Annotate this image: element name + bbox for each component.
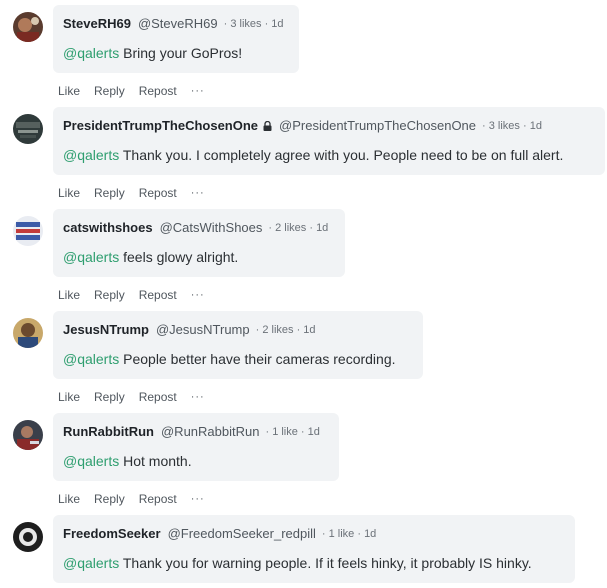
- avatar[interactable]: [13, 114, 43, 144]
- comment-text: Thank you for warning people. If it feel…: [119, 555, 532, 571]
- author-name[interactable]: SteveRH69: [63, 14, 131, 34]
- comment-actions: Like Reply Repost ···: [58, 287, 219, 303]
- more-options-icon[interactable]: ···: [191, 85, 205, 97]
- repost-button[interactable]: Repost: [139, 84, 177, 98]
- reply-button[interactable]: Reply: [94, 84, 125, 98]
- author-handle[interactable]: @CatsWithShoes: [160, 218, 263, 238]
- repost-button[interactable]: Repost: [139, 390, 177, 404]
- repost-button[interactable]: Repost: [139, 288, 177, 302]
- comment-body: @qalerts Thank you. I completely agree w…: [63, 146, 595, 164]
- comment-stats: · 2 likes · 1d: [255, 324, 316, 336]
- more-options-icon[interactable]: ···: [191, 187, 205, 199]
- comment-actions: Like Reply Repost ···: [58, 185, 219, 201]
- author-name[interactable]: FreedomSeeker: [63, 524, 161, 544]
- comment-text: People better have their cameras recordi…: [119, 351, 396, 367]
- more-options-icon[interactable]: ···: [191, 391, 205, 403]
- mention-link[interactable]: @qalerts: [63, 147, 119, 163]
- author-name[interactable]: JesusNTrump: [63, 320, 149, 340]
- author-handle[interactable]: @RunRabbitRun: [161, 422, 259, 442]
- comment-actions: Like Reply Repost ···: [58, 389, 219, 405]
- reply-button[interactable]: Reply: [94, 492, 125, 506]
- avatar[interactable]: [13, 522, 43, 552]
- repost-button[interactable]: Repost: [139, 186, 177, 200]
- author-handle[interactable]: @JesusNTrump: [156, 320, 250, 340]
- reply-button[interactable]: Reply: [94, 390, 125, 404]
- comment-bubble: SteveRH69 @SteveRH69 · 3 likes · 1d @qal…: [53, 5, 299, 73]
- reply-button[interactable]: Reply: [94, 186, 125, 200]
- mention-link[interactable]: @qalerts: [63, 45, 119, 61]
- like-button[interactable]: Like: [58, 390, 80, 404]
- mention-link[interactable]: @qalerts: [63, 249, 119, 265]
- mention-link[interactable]: @qalerts: [63, 555, 119, 571]
- like-button[interactable]: Like: [58, 84, 80, 98]
- like-button[interactable]: Like: [58, 288, 80, 302]
- comment-bubble: RunRabbitRun @RunRabbitRun · 1 like · 1d…: [53, 413, 339, 481]
- avatar[interactable]: [13, 420, 43, 450]
- lock-icon: [263, 121, 272, 131]
- mention-link[interactable]: @qalerts: [63, 351, 119, 367]
- author-handle[interactable]: @FreedomSeeker_redpill: [168, 524, 316, 544]
- repost-button[interactable]: Repost: [139, 492, 177, 506]
- comment-thread: SteveRH69 @SteveRH69 · 3 likes · 1d @qal…: [0, 0, 607, 588]
- comment-actions: Like Reply Repost ···: [58, 491, 219, 507]
- comment-body: @qalerts feels glowy alright.: [63, 248, 335, 266]
- comment-text: feels glowy alright.: [119, 249, 239, 265]
- author-name[interactable]: catswithshoes: [63, 218, 153, 238]
- comment-bubble: JesusNTrump @JesusNTrump · 2 likes · 1d …: [53, 311, 423, 379]
- comment-stats: · 2 likes · 1d: [268, 222, 329, 234]
- comment-stats: · 3 likes · 1d: [482, 120, 542, 132]
- author-name[interactable]: PresidentTrumpTheChosenOne: [63, 116, 258, 136]
- comment-stats: · 1 like · 1d: [265, 426, 320, 438]
- comment-body: @qalerts Bring your GoPros!: [63, 44, 289, 62]
- mention-link[interactable]: @qalerts: [63, 453, 119, 469]
- comment-bubble: PresidentTrumpTheChosenOne @PresidentTru…: [53, 107, 605, 175]
- comment-body: @qalerts Hot month.: [63, 452, 329, 470]
- comment-text: Bring your GoPros!: [119, 45, 243, 61]
- more-options-icon[interactable]: ···: [191, 289, 205, 301]
- comment-bubble: catswithshoes @CatsWithShoes · 2 likes ·…: [53, 209, 345, 277]
- avatar[interactable]: [13, 12, 43, 42]
- comment-bubble: FreedomSeeker @FreedomSeeker_redpill · 1…: [53, 515, 575, 583]
- author-handle[interactable]: @PresidentTrumpTheChosenOne: [279, 116, 476, 136]
- comment-body: @qalerts People better have their camera…: [63, 350, 413, 368]
- comment-stats: · 1 like · 1d: [321, 528, 377, 540]
- comment-body: @qalerts Thank you for warning people. I…: [63, 554, 565, 572]
- reply-button[interactable]: Reply: [94, 288, 125, 302]
- comment-text: Thank you. I completely agree with you. …: [119, 147, 564, 163]
- comment-text: Hot month.: [119, 453, 192, 469]
- like-button[interactable]: Like: [58, 186, 80, 200]
- comment-stats: · 3 likes · 1d: [223, 18, 284, 30]
- comment-actions: Like Reply Repost ···: [58, 83, 219, 99]
- author-handle[interactable]: @SteveRH69: [138, 14, 218, 34]
- more-options-icon[interactable]: ···: [191, 493, 205, 505]
- like-button[interactable]: Like: [58, 492, 80, 506]
- author-name[interactable]: RunRabbitRun: [63, 422, 154, 442]
- avatar[interactable]: [13, 216, 43, 246]
- avatar[interactable]: [13, 318, 43, 348]
